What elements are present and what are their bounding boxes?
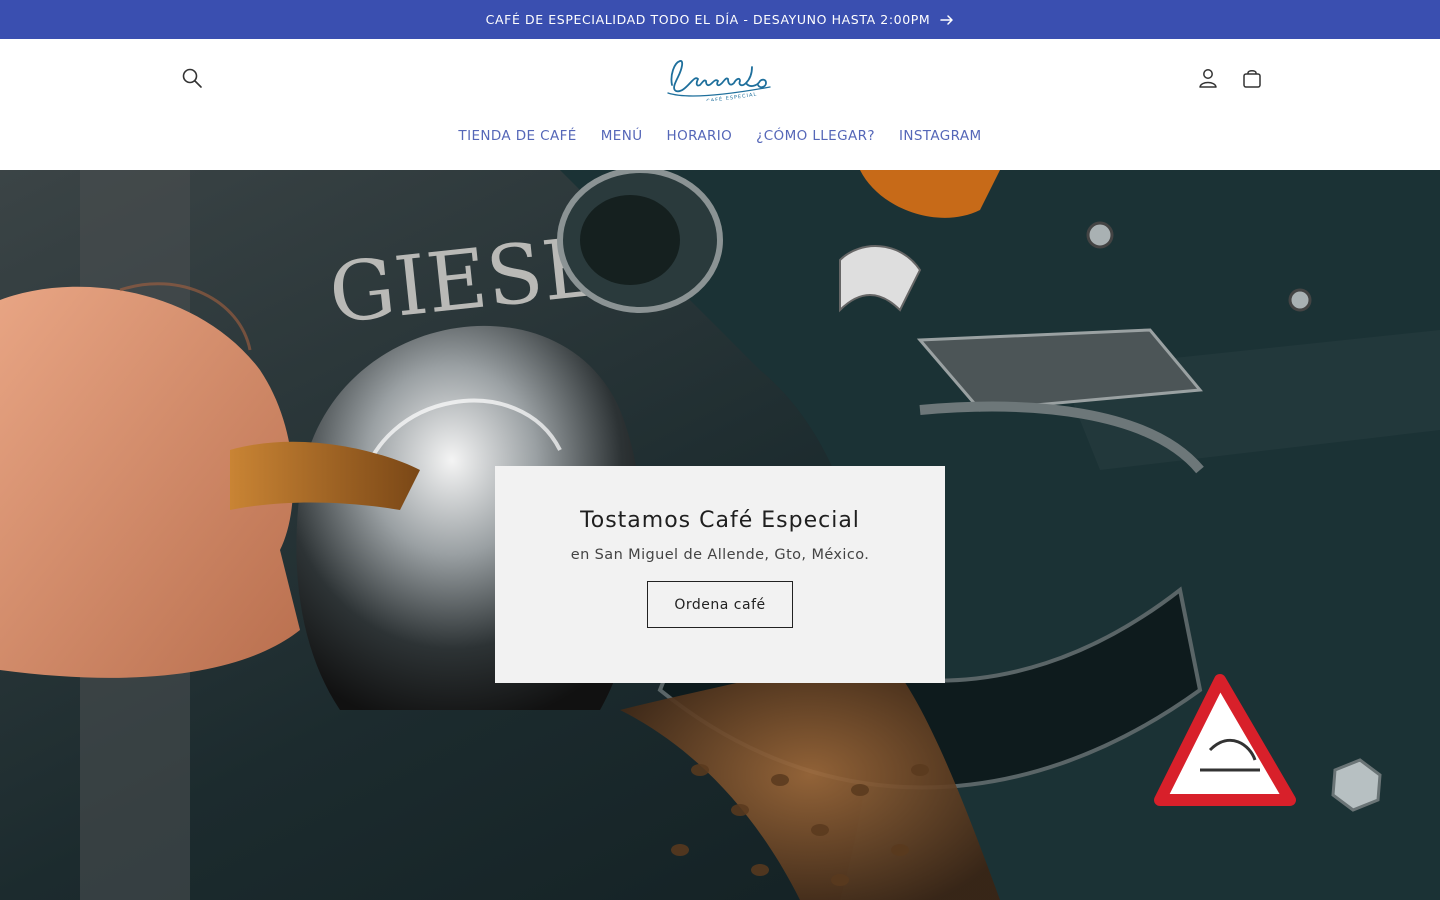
user-icon <box>1199 69 1217 88</box>
main-nav: TIENDA DE CAFÉ MENÚ HORARIO ¿CÓMO LLEGAR… <box>0 125 1440 147</box>
lavanda-logo: CAFÉ ESPECIAL <box>667 60 771 101</box>
order-coffee-button[interactable]: Ordena café <box>647 581 793 628</box>
hero-title: Tostamos Café Especial <box>580 508 860 533</box>
announcement-text[interactable]: CAFÉ DE ESPECIALIDAD TODO EL DÍA - DESAY… <box>486 12 931 27</box>
nav-item-instagram[interactable]: INSTAGRAM <box>887 125 994 147</box>
search-button[interactable] <box>176 62 208 94</box>
hero-card: Tostamos Café Especial en San Miguel de … <box>495 466 945 683</box>
hero-subtitle: en San Miguel de Allende, Gto, México. <box>570 547 870 563</box>
cart-button[interactable] <box>1236 62 1268 94</box>
announcement-bar[interactable]: CAFÉ DE ESPECIALIDAD TODO EL DÍA - DESAY… <box>0 0 1440 39</box>
hero-banner: GIESE Tostamos Café Especial en San Migu… <box>0 170 1440 900</box>
nav-item-menu[interactable]: MENÚ <box>589 125 655 147</box>
site-header: CAFÉ ESPECIAL TIENDA DE CAFÉ MENÚ HORARI… <box>0 39 1440 170</box>
bag-icon <box>1243 70 1261 88</box>
search-icon <box>182 68 202 88</box>
arrow-right-icon <box>940 13 954 27</box>
nav-item-como-llegar[interactable]: ¿CÓMO LLEGAR? <box>744 125 887 147</box>
account-button[interactable] <box>1192 62 1224 94</box>
nav-item-tienda[interactable]: TIENDA DE CAFÉ <box>446 125 588 147</box>
nav-item-horario[interactable]: HORARIO <box>655 125 745 147</box>
site-logo[interactable]: CAFÉ ESPECIAL <box>666 55 774 101</box>
